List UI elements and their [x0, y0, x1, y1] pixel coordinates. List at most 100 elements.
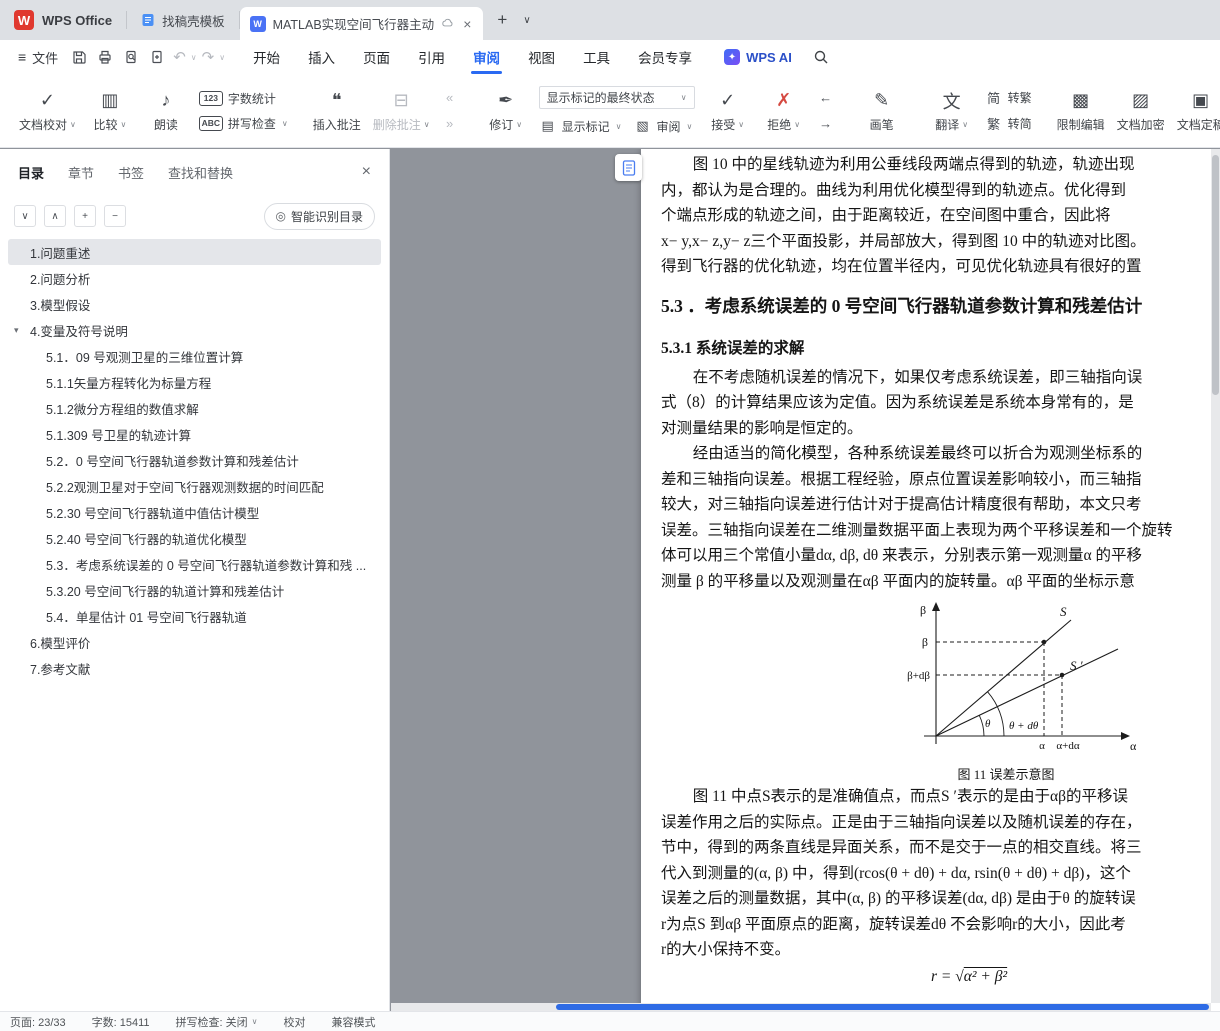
toc-item[interactable]: 5.2.40 号空间飞行器的轨道优化模型 — [8, 525, 381, 551]
menu-tab[interactable]: 会员专享 — [624, 40, 706, 74]
document-text-line[interactable]: 在不考虑随机误差的情况下，如果仅考虑系统误差，即三轴指向误 — [661, 365, 1220, 391]
toc-item[interactable]: 5.2.2观测卫星对于空间飞行器观测数据的时间匹配 — [8, 473, 381, 499]
sidebar-tab[interactable]: 目录 — [18, 163, 44, 182]
vertical-scrollbar-thumb[interactable] — [1212, 155, 1219, 395]
encrypt-document-button[interactable]: ▨ 文档加密 — [1112, 78, 1170, 144]
menu-tab[interactable]: 引用 — [404, 40, 459, 74]
formula-r[interactable]: r = √α² + β² — [931, 965, 1220, 989]
search-button[interactable] — [808, 44, 834, 70]
track-changes-button[interactable]: ✒ 修订 ∨ — [479, 78, 533, 144]
document-text-line[interactable]: 图 11 中点S表示的是准确值点，而点S ′表示的是由于αβ的平移误 — [661, 784, 1220, 810]
toc-item[interactable]: 5.2.30 号空间飞行器轨道中值估计模型 — [8, 499, 381, 525]
document-text-line[interactable]: 图 10 中的星线轨迹为利用公垂线段两端点得到的轨迹，轨迹出现 — [661, 152, 1220, 178]
spell-check-status[interactable]: 拼写检查: 关闭 ∨ — [176, 1014, 258, 1030]
word-count-button[interactable]: 123 字数统计 — [198, 90, 288, 107]
document-text-line[interactable]: 得到飞行器的优化轨迹，均在位置半径内，可见优化轨迹具有很好的置 — [661, 254, 1220, 280]
document-text-line[interactable]: 经由适当的简化模型，各种系统误差最终可以折合为观测坐标系的 — [661, 441, 1220, 467]
brush-button[interactable]: ✎ 画笔 — [855, 78, 909, 144]
figure-11[interactable]: β α β β+dβ α α+dα S S ′ θ θ + dθ 图 11 误差 — [866, 598, 1146, 784]
markup-state-select[interactable]: 显示标记的最终状态 ∨ — [538, 86, 695, 109]
toc-item[interactable]: 5.1．09 号观测卫星的三维位置计算 — [8, 343, 381, 369]
toc-item[interactable]: 4.变量及符号说明 — [8, 317, 381, 343]
sidebar-tab[interactable]: 书签 — [118, 163, 144, 182]
file-menu-button[interactable]: ≡ 文件 — [10, 48, 66, 67]
expand-all-button[interactable]: ∧ — [44, 205, 66, 227]
document-text-line[interactable]: 误差之后的测量数据，其中(α, β) 的平移误差(dα, dβ) 是由于θ 的旋… — [661, 886, 1220, 912]
toc-item[interactable]: 5.4．单星估计 01 号空间飞行器轨道 — [8, 603, 381, 629]
simplified-to-traditional-button[interactable]: 简 转繁 — [985, 89, 1032, 107]
document-text-line[interactable]: 测量 β 的平移量以及观测量在αβ 平面内的旋转量。αβ 平面的坐标示意 — [661, 569, 1220, 595]
reject-button[interactable]: ✗ 拒绝 ∨ — [757, 78, 811, 144]
toc-expand-caret-icon[interactable] — [14, 317, 19, 343]
document-text-line[interactable]: 对测量结果的影响是恒定的。 — [661, 416, 1220, 442]
document-tab-matlab[interactable]: W MATLAB实现空间飞行器主动 × — [239, 7, 484, 40]
print-button[interactable] — [92, 44, 118, 70]
document-text-line[interactable]: 差和三轴指向误差。根据工程经验，原点位置误差影响较小，而三轴指 — [661, 467, 1220, 493]
document-text-line[interactable]: 节中，得到的两条直线是异面关系，而不是交于一点的相交直线。将三 — [661, 835, 1220, 861]
close-sidebar-icon[interactable]: × — [362, 163, 371, 181]
page-counter[interactable]: 页面: 23/33 — [10, 1014, 66, 1030]
document-text-line[interactable]: x− y,x− z,y− z三个平面投影，并局部放大，得到图 10 中的轨迹对比… — [661, 229, 1220, 255]
menu-tab[interactable]: 审阅 — [459, 40, 514, 74]
proofread-status[interactable]: 校对 — [284, 1014, 306, 1030]
delete-comment-button[interactable]: ⊟ 删除批注 ∨ — [368, 78, 435, 144]
menu-tab[interactable]: 页面 — [349, 40, 404, 74]
review-pane-button[interactable]: ▧ 审阅 ∨ — [634, 117, 692, 135]
show-markup-button[interactable]: ▤ 显示标记 ∨ — [539, 117, 621, 135]
toc-item[interactable]: 3.模型假设 — [8, 291, 381, 317]
toc-item[interactable]: 5.3.20 号空间飞行器的轨道计算和残差估计 — [8, 577, 381, 603]
next-change-button[interactable]: → — [817, 115, 835, 133]
toc-item[interactable]: 6.模型评价 — [8, 629, 381, 655]
document-text-line[interactable]: r的大小保持不变。 — [661, 937, 1220, 963]
document-text-line[interactable]: 式（8）的计算结果应该为定值。因为系统误差是系统本身常有的，是 — [661, 390, 1220, 416]
insert-comment-button[interactable]: ❝ 插入批注 — [308, 78, 366, 144]
finalize-document-button[interactable]: ▣ 文档定稿 — [1172, 78, 1220, 144]
new-tab-button[interactable]: + — [489, 7, 515, 33]
document-tab-template[interactable]: 找稿壳模板 — [127, 0, 239, 40]
print-preview-button[interactable] — [118, 44, 144, 70]
document-text-line[interactable]: 较大，对三轴指向误差进行估计对于提高估计精度很有帮助，本文只考 — [661, 492, 1220, 518]
toc-item[interactable]: 5.3．考虑系统误差的 0 号空间飞行器轨道参数计算和残 ... — [8, 551, 381, 577]
redo-button[interactable]: ↷ — [199, 48, 218, 66]
sidebar-tab[interactable]: 章节 — [68, 163, 94, 182]
export-pdf-button[interactable] — [144, 44, 170, 70]
next-comment-button[interactable]: » — [441, 115, 459, 133]
save-button[interactable] — [66, 44, 92, 70]
redo-history-caret-icon[interactable]: ∨ — [217, 53, 227, 62]
accept-button[interactable]: ✓ 接受 ∨ — [701, 78, 755, 144]
toc-item[interactable]: 1.问题重述 — [8, 239, 381, 265]
menu-tab[interactable]: 插入 — [294, 40, 349, 74]
horizontal-scrollbar-thumb[interactable] — [556, 1004, 1209, 1010]
increase-level-button[interactable]: + — [74, 205, 96, 227]
document-text-line[interactable]: 体可以用三个常值小量dα, dβ, dθ 来表示，分别表示第一观测量α 的平移 — [661, 543, 1220, 569]
menu-tab[interactable]: 开始 — [239, 40, 294, 74]
smart-toc-button[interactable]: ◎ 智能识别目录 — [263, 202, 375, 230]
document-text-line[interactable]: 内，都认为是合理的。曲线为利用优化模型得到的轨迹点。优化得到 — [661, 178, 1220, 204]
heading-5-3[interactable]: 5.3 ．考虑系统误差的 0 号空间飞行器轨道参数计算和残差估计 — [661, 294, 1220, 319]
toc-item[interactable]: 2.问题分析 — [8, 265, 381, 291]
spell-check-button[interactable]: ABC 拼写检查 ∨ — [198, 115, 288, 132]
compatibility-mode-badge[interactable]: 兼容模式 — [332, 1014, 376, 1030]
restrict-editing-button[interactable]: ▩ 限制编辑 — [1052, 78, 1110, 144]
proofread-button[interactable]: ✓ 文档校对 ∨ — [14, 78, 81, 144]
toc-item[interactable]: 5.1.2微分方程组的数值求解 — [8, 395, 381, 421]
app-home-button[interactable]: W WPS Office — [0, 0, 126, 40]
word-counter[interactable]: 字数: 15411 — [92, 1014, 150, 1030]
wps-ai-button[interactable]: ✦ WPS AI — [724, 49, 792, 65]
previous-comment-button[interactable]: « — [441, 89, 459, 107]
undo-history-caret-icon[interactable]: ∨ — [189, 53, 199, 62]
collapse-all-button[interactable]: ∨ — [14, 205, 36, 227]
compare-button[interactable]: ▥ 比较 ∨ — [83, 78, 137, 144]
document-text-line[interactable]: 个端点形成的轨迹之间，由于距离较近，在空间图中重合，因此将 — [661, 203, 1220, 229]
vertical-scrollbar[interactable] — [1211, 149, 1220, 1003]
close-tab-icon[interactable]: × — [461, 16, 473, 32]
traditional-to-simplified-button[interactable]: 繁 转简 — [985, 115, 1032, 133]
heading-5-3-1[interactable]: 5.3.1 系统误差的求解 — [661, 337, 1220, 361]
tab-list-chevron-icon[interactable]: ∨ — [515, 15, 538, 26]
document-page[interactable]: 图 10 中的星线轨迹为利用公垂线段两端点得到的轨迹，轨迹出现 内，都认为是合理… — [641, 149, 1220, 1011]
document-text-line[interactable]: 误差作用之后的实际点。正是由于三轴指向误差以及随机误差的存在， — [661, 810, 1220, 836]
toc-item[interactable]: 5.1.309 号卫星的轨迹计算 — [8, 421, 381, 447]
toc-item[interactable]: 7.参考文献 — [8, 655, 381, 681]
decrease-level-button[interactable]: − — [104, 205, 126, 227]
previous-change-button[interactable]: ← — [817, 89, 835, 107]
